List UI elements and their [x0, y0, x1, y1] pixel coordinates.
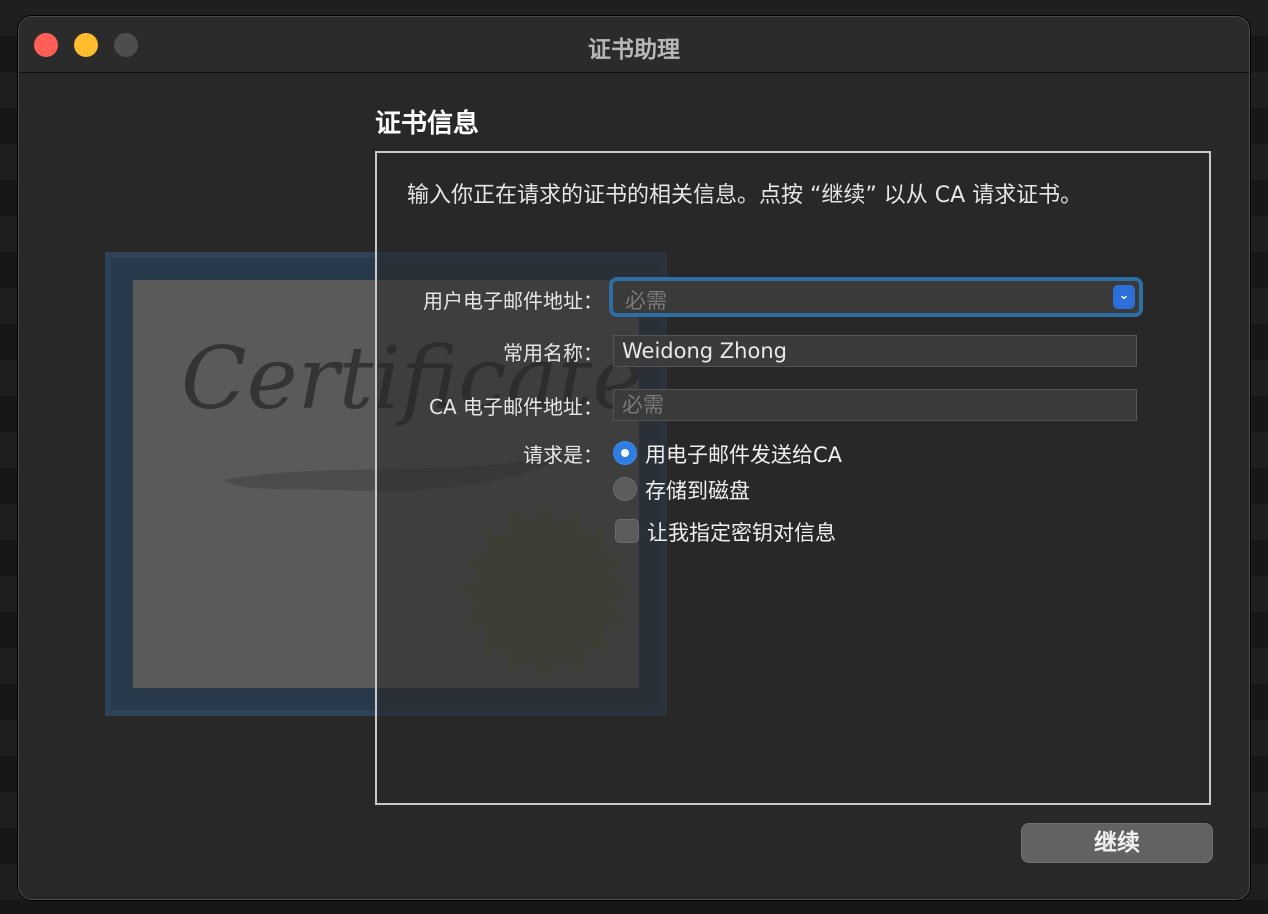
certificate-assistant-window: 证书助理 Certificate 证书信息 输入你正在请求的证书的相关信息。点按… — [18, 16, 1250, 900]
user-email-label: 用户电子邮件地址： — [423, 289, 603, 313]
title-bar: 证书助理 — [19, 17, 1249, 73]
ca-email-field[interactable]: 必需 — [613, 389, 1137, 421]
ca-email-label: CA 电子邮件地址： — [428, 395, 603, 419]
specify-key-pair-label[interactable]: 让我指定密钥对信息 — [647, 517, 836, 547]
continue-button[interactable]: 继续 — [1021, 823, 1213, 863]
chevron-down-icon[interactable]: ⌄ — [1113, 285, 1135, 309]
request-label: 请求是： — [523, 443, 603, 467]
certificate-info-panel: 输入你正在请求的证书的相关信息。点按 “继续” 以从 CA 请求证书。 用户电子… — [375, 151, 1211, 805]
intro-text: 输入你正在请求的证书的相关信息。点按 “继续” 以从 CA 请求证书。 — [407, 183, 1083, 208]
user-email-combobox[interactable]: 必需 ⌄ — [609, 277, 1143, 317]
save-to-disk-label[interactable]: 存储到磁盘 — [645, 475, 750, 505]
save-to-disk-radio[interactable] — [613, 477, 637, 501]
email-to-ca-label[interactable]: 用电子邮件发送给CA — [645, 439, 842, 469]
common-name-label: 常用名称： — [503, 341, 603, 365]
specify-key-pair-checkbox[interactable] — [615, 519, 639, 543]
window-title: 证书助理 — [588, 37, 680, 63]
email-to-ca-radio[interactable] — [613, 441, 637, 465]
user-email-placeholder: 必需 — [625, 289, 667, 313]
section-title: 证书信息 — [375, 109, 480, 139]
common-name-field[interactable]: Weidong Zhong — [613, 335, 1137, 367]
